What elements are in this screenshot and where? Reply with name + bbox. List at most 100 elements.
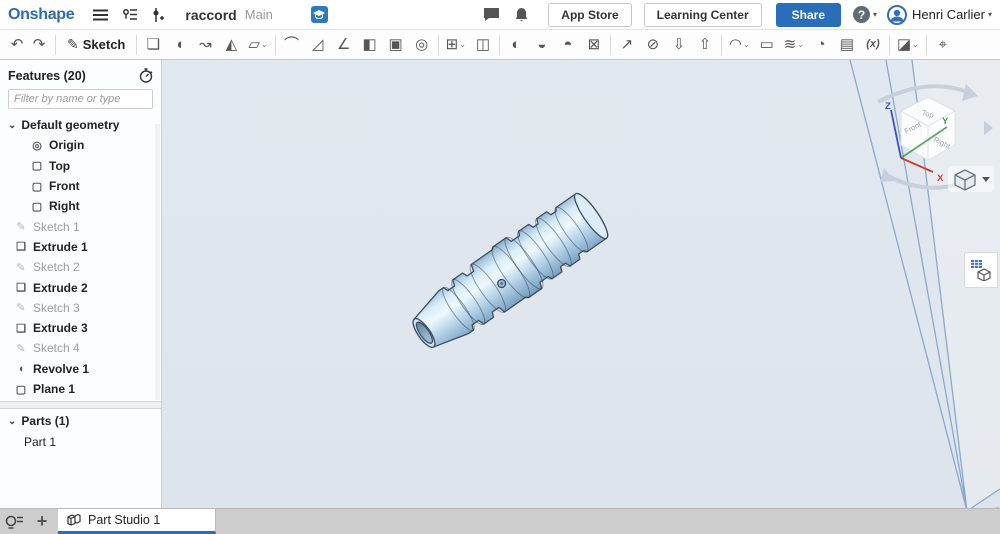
app-header: Onshape raccord Main App Store Learning …: [0, 0, 1000, 30]
panel-scrollbar[interactable]: [155, 124, 160, 400]
feature-item-sketch-3[interactable]: ✎Sketch 3: [0, 298, 161, 318]
learning-center-button[interactable]: Learning Center: [644, 3, 762, 27]
feature-item-top[interactable]: ▢Top: [0, 156, 161, 176]
regenerate-timer-icon[interactable]: [139, 68, 153, 83]
sketch-icon: ✎: [67, 36, 79, 53]
loft-button[interactable]: ◭: [220, 33, 242, 57]
panel-split-handle[interactable]: [0, 401, 161, 409]
mirror-button[interactable]: ◫: [472, 33, 494, 57]
user-menu[interactable]: Henri Carlier ▾: [887, 5, 992, 25]
import-button[interactable]: ⇩: [668, 33, 690, 57]
fillet-button[interactable]: ⌒: [281, 33, 303, 57]
composite-curve-button[interactable]: ◔: [810, 33, 832, 57]
variable-icon: (x): [866, 39, 879, 50]
feature-item-sketch-1[interactable]: ✎Sketch 1: [0, 216, 161, 236]
feature-item-front[interactable]: ▢Front: [0, 176, 161, 196]
feature-item-extrude-2[interactable]: ❏Extrude 2: [0, 277, 161, 297]
help-icon[interactable]: ?: [853, 6, 870, 23]
configurations-flyout-button[interactable]: [964, 252, 998, 288]
intersect-button[interactable]: ◓: [557, 33, 579, 57]
isolate-button[interactable]: ⌖: [932, 33, 954, 57]
toolbar-group: ↗ ⊘ ⇩⇧: [616, 33, 716, 57]
linear-pattern-button[interactable]: ⊞⌄: [444, 33, 468, 57]
manage-tabs-search-icon[interactable]: [0, 509, 28, 534]
workspace-name[interactable]: Main: [245, 7, 273, 22]
part-item-part-1[interactable]: Part 1: [0, 431, 161, 451]
app-store-button[interactable]: App Store: [548, 3, 631, 27]
chamfer-button[interactable]: ◿: [307, 33, 329, 57]
rib-button[interactable]: ◧: [359, 33, 381, 57]
toolbar-group: ◠⌄▭≋⌄◔▤ (x): [727, 33, 884, 57]
feature-item-extrude-3[interactable]: ❏Extrude 3: [0, 318, 161, 338]
parts-list: ⌄Parts (1)Part 1: [0, 409, 161, 452]
main-area: Top Front Right Z Y X: [0, 60, 1000, 508]
parts-section-header[interactable]: ⌄Parts (1): [0, 411, 161, 431]
tab-label: Part Studio 1: [88, 513, 160, 527]
toolbar-group: ◪⌄: [895, 33, 921, 57]
help-menu[interactable]: ? ▾: [853, 6, 877, 23]
helix-button[interactable]: ≋⌄: [782, 33, 806, 57]
delete-face-button[interactable]: ⊘: [642, 33, 664, 57]
features-panel-title: Features (20): [8, 69, 86, 83]
feature-label: Revolve 1: [33, 362, 89, 376]
boolean-button[interactable]: ◐: [505, 33, 527, 57]
hamburger-menu-icon[interactable]: [93, 9, 108, 21]
move-face-button[interactable]: ↗: [616, 33, 638, 57]
learn-badge-icon[interactable]: [311, 6, 328, 23]
filter-input[interactable]: [8, 89, 153, 109]
shell-button[interactable]: ▣: [385, 33, 407, 57]
comments-icon[interactable]: [483, 7, 500, 22]
feature-item-plane-1[interactable]: ▢ Plane 1: [0, 379, 161, 399]
tab-part-studio-1[interactable]: Part Studio 1: [58, 509, 216, 534]
delete-part-button[interactable]: ⊠: [583, 33, 605, 57]
delete-face-icon: ⊘: [647, 37, 660, 52]
rib-icon: ◧: [363, 37, 377, 52]
chevron-down-icon[interactable]: ⌄: [8, 120, 16, 131]
notifications-icon[interactable]: [514, 7, 529, 23]
avatar[interactable]: [887, 5, 907, 25]
intersect-icon: ◓: [563, 37, 572, 52]
versions-history-icon[interactable]: [122, 8, 138, 21]
feature-item-extrude-1[interactable]: ❏Extrude 1: [0, 237, 161, 257]
named-views-button[interactable]: ◪⌄: [895, 33, 921, 57]
sheet-metal-button[interactable]: ▤: [836, 33, 858, 57]
export-button[interactable]: ⇧: [694, 33, 716, 57]
chevron-down-icon: ⌄: [459, 40, 466, 49]
toolbar-divider: [926, 35, 927, 55]
draft-button[interactable]: ∠: [333, 33, 355, 57]
plane-icon: ▢: [14, 383, 28, 396]
hole-button[interactable]: ◎: [411, 33, 433, 57]
feature-item-origin[interactable]: ◎Origin: [0, 135, 161, 155]
onshape-logo[interactable]: Onshape: [8, 6, 74, 24]
sweep-button[interactable]: ↝: [194, 33, 216, 57]
variable-button[interactable]: (x): [862, 33, 884, 57]
share-button[interactable]: Share: [776, 3, 841, 27]
feature-label: Front: [49, 179, 80, 193]
extrude-button[interactable]: ❏: [142, 33, 164, 57]
axis-x-label: X: [937, 173, 944, 184]
document-title[interactable]: raccord: [185, 7, 236, 23]
redo-button[interactable]: ↷: [28, 33, 50, 57]
feature-item-sketch-4[interactable]: ✎Sketch 4: [0, 338, 161, 358]
undo-button[interactable]: ↶: [6, 33, 28, 57]
feature-label: Origin: [49, 138, 84, 152]
plane-button[interactable]: ▭: [756, 33, 778, 57]
feature-item-sketch-2[interactable]: ✎Sketch 2: [0, 257, 161, 277]
feature-item-right[interactable]: ▢Right: [0, 196, 161, 216]
fillet-icon: ⌒: [284, 37, 299, 52]
view-options-button[interactable]: [948, 166, 994, 192]
chevron-down-icon: ▾: [988, 10, 992, 19]
offset-surface-button[interactable]: ◠⌄: [727, 33, 752, 57]
sketch-button[interactable]: ✎ Sketch: [61, 33, 131, 57]
feature-item-revolve-1[interactable]: ◖Revolve 1: [0, 359, 161, 379]
split-button[interactable]: ◒: [531, 33, 553, 57]
chevron-down-icon[interactable]: ⌄: [8, 416, 16, 427]
revolve-button[interactable]: ◖: [168, 33, 190, 57]
feature-item-default-geometry[interactable]: ⌄Default geometry: [0, 115, 161, 135]
thicken-button[interactable]: ▱⌄: [246, 33, 269, 57]
thicken-icon: ▱: [248, 37, 260, 52]
add-tab-button[interactable]: +: [28, 509, 56, 534]
chevron-down-icon: ⌄: [912, 40, 919, 49]
create-version-icon[interactable]: [152, 8, 164, 22]
feature-label: Plane 1: [33, 382, 75, 396]
